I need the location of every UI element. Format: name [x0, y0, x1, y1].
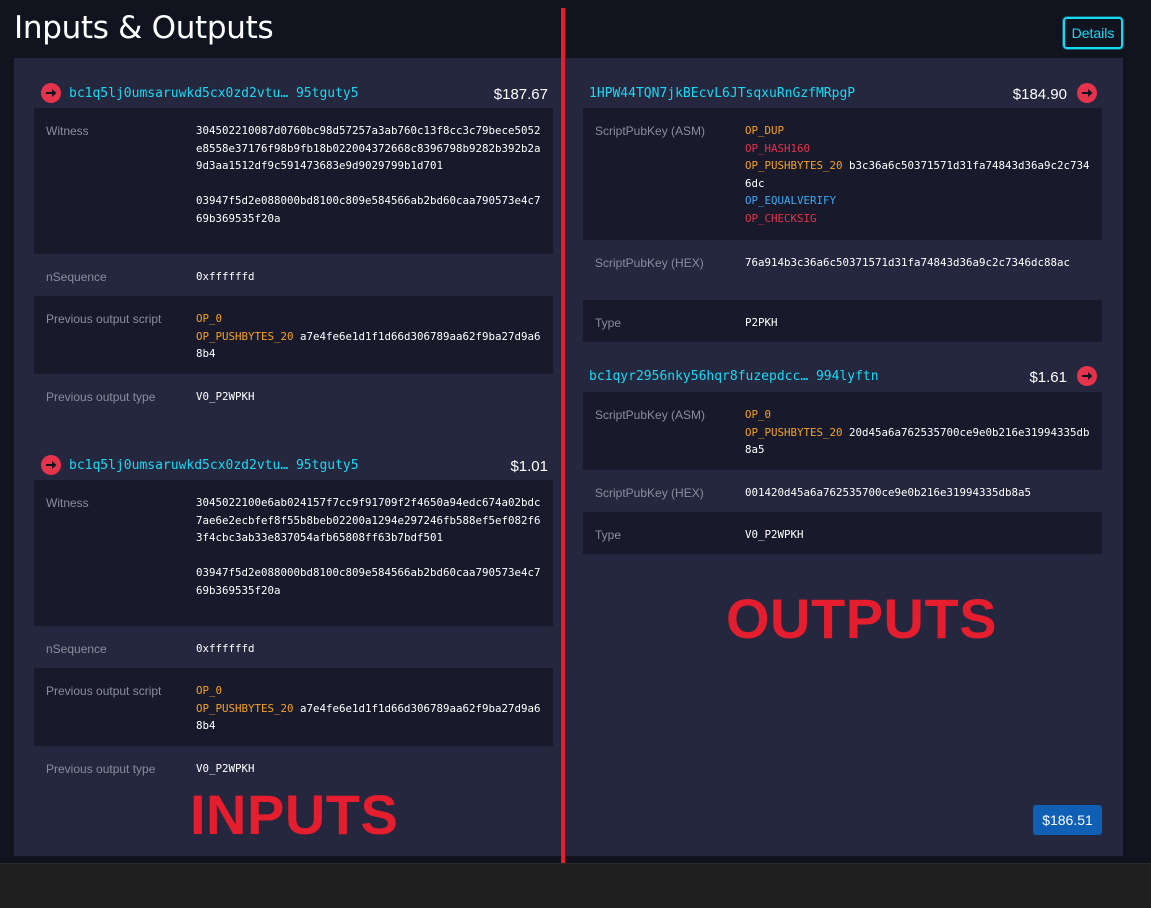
witness-row: Witness 3045022100e6ab024157f7cc9f91709f… [34, 480, 553, 626]
bottom-bar [0, 863, 1151, 908]
hex-row: ScriptPubKey (HEX) 76a914b3c36a6c5037157… [583, 240, 1102, 300]
hex-row: ScriptPubKey (HEX) 001420d45a6a762535700… [583, 470, 1102, 512]
output-address-link[interactable]: bc1qyr2956nky56hqr8fuzepdcc… 994lyftn [589, 369, 879, 384]
prev-script-label: Previous output script [46, 684, 162, 698]
witness-item: 03947f5d2e088000bd8100c809e584566ab2bd60… [196, 566, 541, 597]
output-amount: $184.90 [1012, 86, 1067, 103]
output-header: bc1qyr2956nky56hqr8fuzepdcc… 994lyftn $1… [583, 348, 1102, 392]
hex-label: ScriptPubKey (HEX) [595, 486, 704, 500]
input-header: bc1q5lj0umsaruwkd5cx0zd2vtu… 95tguty5 $1… [34, 430, 553, 480]
asm-row: ScriptPubKey (ASM) OP_0 OP_PUSHBYTES_20 … [583, 392, 1102, 470]
witness-item: 03947f5d2e088000bd8100c809e584566ab2bd60… [196, 194, 541, 225]
input-address-link[interactable]: bc1q5lj0umsaruwkd5cx0zd2vtu… 95tguty5 [69, 86, 359, 101]
hex-label: ScriptPubKey (HEX) [595, 256, 704, 270]
hex-value: 001420d45a6a762535700ce9e0b216e31994335d… [745, 486, 1032, 499]
outputs-column: 1HPW44TQN7jkBEcvL6JTsqxuRnGzfMRpgP $184.… [583, 58, 1102, 554]
nsequence-label: nSequence [46, 270, 107, 284]
asm-value: OP_DUP OP_HASH160 OP_PUSHBYTES_20 b3c36a… [745, 122, 1090, 228]
input-amount: $1.01 [510, 458, 548, 475]
witness-value: 3045022100e6ab024157f7cc9f91709f2f4650a9… [196, 494, 541, 600]
inputs-annotation: INPUTS [190, 783, 399, 846]
page-title: Inputs & Outputs [14, 10, 274, 46]
arrow-right-circle-icon[interactable] [1077, 366, 1097, 386]
prev-type-row: Previous output type V0_P2WPKH [34, 746, 553, 784]
arrow-right-circle-icon[interactable] [41, 455, 61, 475]
witness-item: 304502210087d0760bc98d57257a3ab760c13f8c… [196, 124, 541, 173]
opcode: OP_PUSHBYTES_20 [745, 159, 843, 173]
opcode: OP_PUSHBYTES_20 [196, 701, 294, 715]
opcode: OP_0 [196, 312, 223, 325]
nsequence-value: 0xffffffd [196, 270, 255, 283]
total-amount-badge: $186.51 [1033, 805, 1102, 835]
prev-script-row: Previous output script OP_0 OP_PUSHBYTES… [34, 668, 553, 746]
io-panel: bc1q5lj0umsaruwkd5cx0zd2vtu… 95tguty5 $1… [14, 58, 1123, 856]
type-label: Type [595, 528, 622, 542]
output-address-link[interactable]: 1HPW44TQN7jkBEcvL6JTsqxuRnGzfMRpgP [589, 86, 855, 101]
type-label: Type [595, 316, 622, 330]
asm-label: ScriptPubKey (ASM) [595, 124, 706, 138]
opcode: OP_PUSHBYTES_20 [196, 329, 294, 343]
type-value: V0_P2WPKH [745, 528, 804, 541]
prev-script-value: OP_0 OP_PUSHBYTES_20 a7e4fe6e1d1f1d66d30… [196, 310, 541, 363]
type-value: P2PKH [745, 316, 778, 329]
witness-value: 304502210087d0760bc98d57257a3ab760c13f8c… [196, 122, 541, 228]
asm-value: OP_0 OP_PUSHBYTES_20 20d45a6a762535700ce… [745, 406, 1090, 459]
asm-label: ScriptPubKey (ASM) [595, 408, 706, 422]
opcode: OP_HASH160 [745, 141, 811, 155]
witness-label: Witness [46, 124, 89, 138]
divider-line [561, 8, 565, 870]
prev-type-label: Previous output type [46, 390, 156, 404]
opcode: OP_0 [745, 408, 772, 421]
prev-script-value: OP_0 OP_PUSHBYTES_20 a7e4fe6e1d1f1d66d30… [196, 682, 541, 735]
opcode: OP_PUSHBYTES_20 [745, 425, 843, 439]
witness-row: Witness 304502210087d0760bc98d57257a3ab7… [34, 108, 553, 254]
type-row: Type V0_P2WPKH [583, 512, 1102, 554]
opcode: OP_0 [196, 684, 223, 697]
hex-value: 76a914b3c36a6c50371571d31fa74843d36a9c2c… [745, 256, 1071, 269]
nsequence-value: 0xffffffd [196, 642, 255, 655]
prev-type-value: V0_P2WPKH [196, 390, 255, 403]
witness-label: Witness [46, 496, 89, 510]
prev-type-value: V0_P2WPKH [196, 762, 255, 775]
arrow-right-circle-icon[interactable] [41, 83, 61, 103]
input-address-link[interactable]: bc1q5lj0umsaruwkd5cx0zd2vtu… 95tguty5 [69, 458, 359, 473]
details-button[interactable]: Details [1063, 17, 1123, 49]
input-amount: $187.67 [493, 86, 548, 103]
inputs-column: bc1q5lj0umsaruwkd5cx0zd2vtu… 95tguty5 $1… [34, 58, 553, 784]
input-header: bc1q5lj0umsaruwkd5cx0zd2vtu… 95tguty5 $1… [34, 58, 553, 108]
type-row: Type P2PKH [583, 300, 1102, 342]
nsequence-row: nSequence 0xffffffd [34, 254, 553, 296]
nsequence-label: nSequence [46, 642, 107, 656]
asm-row: ScriptPubKey (ASM) OP_DUP OP_HASH160 OP_… [583, 108, 1102, 240]
output-header: 1HPW44TQN7jkBEcvL6JTsqxuRnGzfMRpgP $184.… [583, 58, 1102, 108]
witness-item: 3045022100e6ab024157f7cc9f91709f2f4650a9… [196, 496, 541, 545]
outputs-annotation: OUTPUTS [726, 587, 998, 650]
prev-script-row: Previous output script OP_0 OP_PUSHBYTES… [34, 296, 553, 374]
prev-type-label: Previous output type [46, 762, 156, 776]
prev-type-row: Previous output type V0_P2WPKH [34, 374, 553, 412]
opcode: OP_CHECKSIG [745, 211, 817, 225]
arrow-right-circle-icon[interactable] [1077, 83, 1097, 103]
opcode: OP_DUP [745, 124, 785, 137]
opcode: OP_EQUALVERIFY [745, 194, 837, 208]
output-amount: $1.61 [1029, 369, 1067, 386]
nsequence-row: nSequence 0xffffffd [34, 626, 553, 668]
prev-script-label: Previous output script [46, 312, 162, 326]
